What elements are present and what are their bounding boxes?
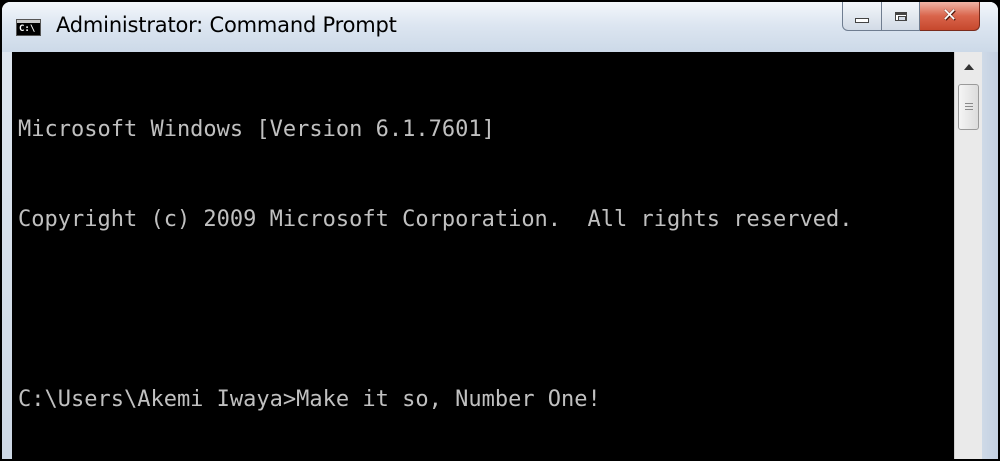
command-prompt-window: C:\ Administrator: Command Prompt ✕ Micr… [0,0,1000,461]
close-icon: ✕ [941,5,958,26]
command-prompt-icon-text: C:\ [19,24,36,34]
console-output[interactable]: Microsoft Windows [Version 6.1.7601] Cop… [12,52,954,459]
vertical-scrollbar[interactable] [954,52,982,459]
maximize-icon [894,11,907,21]
scroll-up-button[interactable] [955,52,982,82]
caption-buttons: ✕ [842,2,980,32]
minimize-button[interactable] [842,2,882,31]
command-prompt-icon[interactable]: C:\ [16,19,41,36]
thumb-grip-line [965,109,973,110]
console-prompt-line[interactable]: C:\Users\Akemi Iwaya>Make it so, Number … [18,385,954,415]
console-line: Microsoft Windows [Version 6.1.7601] [18,117,495,142]
maximize-button[interactable] [882,2,920,31]
thumb-grip-line [965,106,973,107]
scrollbar-thumb[interactable] [958,84,979,130]
console-line: Copyright (c) 2009 Microsoft Corporation… [18,207,853,232]
window-title: Administrator: Command Prompt [56,13,397,37]
title-bar[interactable]: C:\ Administrator: Command Prompt ✕ [2,2,998,52]
minimize-icon [855,17,869,23]
thumb-grip-line [965,103,973,104]
scroll-up-arrow-icon [963,64,974,70]
window-frame-right [982,52,998,459]
close-button[interactable]: ✕ [920,2,980,31]
